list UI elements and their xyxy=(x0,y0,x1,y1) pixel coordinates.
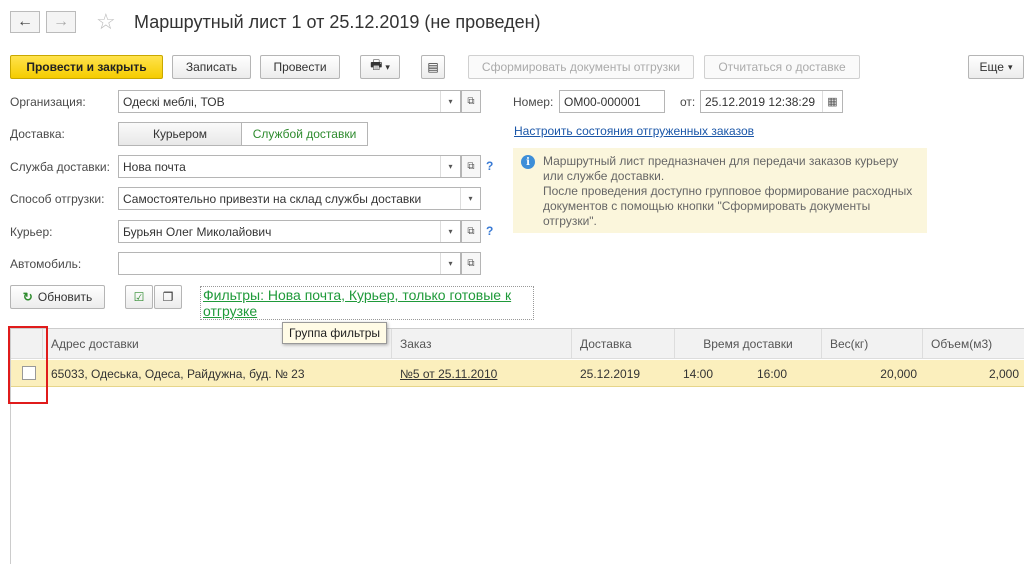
table-row[interactable]: 65033, Одеська, Одеса, Райдужна, буд. № … xyxy=(11,360,1024,387)
info-icon: i xyxy=(521,155,535,169)
orders-table: Адрес доставки Заказ Доставка Время дост… xyxy=(10,328,1024,564)
arrow-left-icon: ← xyxy=(17,13,33,30)
uncheck-all-button[interactable]: ❐ xyxy=(154,285,182,309)
arrow-right-icon: → xyxy=(53,13,69,30)
report-button[interactable]: ▤ xyxy=(421,55,445,79)
cell-order-link[interactable]: №5 от 25.11.2010 xyxy=(392,360,572,387)
service-label: Служба доставки: xyxy=(10,160,110,174)
uncheck-all-icon: ❐ xyxy=(162,290,174,304)
dropdown-arrow-icon[interactable]: ▾ xyxy=(440,156,460,177)
document-icon: ▤ xyxy=(427,60,439,74)
open-icon: ⧉ xyxy=(467,226,475,237)
filters-link[interactable]: Фильтры: Нова почта, Курьер, только гото… xyxy=(200,286,534,320)
date-value: 25.12.2019 12:38:29 xyxy=(705,94,816,109)
number-value: ОМ00-000001 xyxy=(564,94,641,109)
open-service-button[interactable]: ⧉ xyxy=(461,155,481,178)
refresh-button[interactable]: ↻ Обновить xyxy=(10,285,105,309)
page-title: Маршрутный лист 1 от 25.12.2019 (не пров… xyxy=(134,12,541,32)
refresh-icon: ↻ xyxy=(22,290,33,304)
courier-label: Курьер: xyxy=(10,225,53,239)
filters-tooltip: Группа фильтры xyxy=(282,322,388,344)
info-text-line: Маршрутный лист предназначен для передач… xyxy=(543,154,899,168)
info-text-line: отгрузки". xyxy=(543,214,597,228)
organization-label: Организация: xyxy=(10,95,86,109)
chevron-down-icon: ▾ xyxy=(1007,61,1013,72)
service-value: Нова почта xyxy=(123,159,186,174)
number-label: Номер: xyxy=(513,95,554,109)
organization-value: Одескі меблі, ТОВ xyxy=(123,94,225,109)
header-order[interactable]: Заказ xyxy=(392,329,572,359)
dropdown-arrow-icon[interactable]: ▾ xyxy=(440,91,460,112)
info-text-line: документов с помощью кнопки "Сформироват… xyxy=(543,199,871,213)
calendar-icon[interactable]: ▦ xyxy=(822,91,842,112)
more-button[interactable]: Еще ▾ xyxy=(968,55,1024,79)
save-button[interactable]: Записать xyxy=(172,55,251,79)
cell-weight: 20,000 xyxy=(880,366,917,381)
car-label: Автомобиль: xyxy=(10,257,82,271)
open-icon: ⧉ xyxy=(467,161,475,172)
printer-icon: 🖶 xyxy=(370,57,383,72)
order-link-text[interactable]: №5 от 25.11.2010 xyxy=(400,367,497,381)
organization-field[interactable]: Одескі меблі, ТОВ ▾ xyxy=(118,90,461,113)
print-menu-button[interactable]: 🖶 ▾ xyxy=(360,55,400,79)
chevron-down-icon: ▾ xyxy=(385,61,390,72)
number-field[interactable]: ОМ00-000001 xyxy=(559,90,665,113)
cell-address: 65033, Одеська, Одеса, Райдужна, буд. № … xyxy=(51,366,305,381)
form-shipping-docs-button[interactable]: Сформировать документы отгрузки xyxy=(468,55,694,79)
table-header: Адрес доставки Заказ Доставка Время дост… xyxy=(11,329,1024,359)
back-button[interactable]: ← xyxy=(10,11,40,33)
date-label: от: xyxy=(680,95,696,109)
courier-value: Бурьян Олег Миколайович xyxy=(123,224,272,239)
open-icon: ⧉ xyxy=(467,96,475,107)
courier-field[interactable]: Бурьян Олег Миколайович ▾ xyxy=(118,220,461,243)
help-icon[interactable]: ? xyxy=(486,224,493,238)
dropdown-arrow-icon[interactable]: ▾ xyxy=(440,221,460,242)
dropdown-arrow-icon[interactable]: ▾ xyxy=(440,253,460,274)
info-text-line: После проведения доступно групповое форм… xyxy=(543,184,913,198)
refresh-label: Обновить xyxy=(37,290,93,304)
cell-volume: 2,000 xyxy=(988,366,1019,381)
shipping-method-label: Способ отгрузки: xyxy=(10,192,105,206)
check-all-icon: ☑ xyxy=(133,290,145,304)
header-delivery[interactable]: Доставка xyxy=(572,329,675,359)
service-field[interactable]: Нова почта ▾ xyxy=(118,155,461,178)
report-delivery-button[interactable]: Отчитаться о доставке xyxy=(704,55,860,79)
dropdown-arrow-icon[interactable]: ▾ xyxy=(460,188,480,209)
header-volume[interactable]: Объем(м3) xyxy=(923,329,1024,359)
cell-delivery-date: 25.12.2019 xyxy=(580,366,641,381)
post-button[interactable]: Провести xyxy=(260,55,340,79)
date-field[interactable]: 25.12.2019 12:38:29 ▦ xyxy=(700,90,843,113)
configure-states-link[interactable]: Настроить состояния отгруженных заказов xyxy=(514,124,754,138)
check-all-button[interactable]: ☑ xyxy=(125,285,153,309)
delivery-label: Доставка: xyxy=(10,127,65,141)
info-panel: i Маршрутный лист предназначен для перед… xyxy=(513,148,927,233)
delivery-option-service[interactable]: Службой доставки xyxy=(242,122,368,146)
delivery-option-courier[interactable]: Курьером xyxy=(118,122,242,146)
cell-time-from: 14:00 xyxy=(683,366,714,381)
header-weight[interactable]: Вес(кг) xyxy=(822,329,923,359)
highlight-annotation xyxy=(8,326,48,404)
more-label: Еще xyxy=(979,60,1004,74)
post-and-close-button[interactable]: Провести и закрыть xyxy=(10,55,163,79)
open-courier-button[interactable]: ⧉ xyxy=(461,220,481,243)
cell-time-to: 16:00 xyxy=(757,366,788,381)
open-icon: ⧉ xyxy=(467,258,475,269)
shipping-method-field[interactable]: Самостоятельно привезти на склад службы … xyxy=(118,187,481,210)
help-icon[interactable]: ? xyxy=(486,159,493,173)
open-car-button[interactable]: ⧉ xyxy=(461,252,481,275)
shipping-method-value: Самостоятельно привезти на склад службы … xyxy=(123,191,422,206)
car-field[interactable]: ▾ xyxy=(118,252,461,275)
delivery-toggle: Курьером Службой доставки xyxy=(118,122,368,146)
header-delivery-time[interactable]: Время доставки xyxy=(675,329,822,359)
forward-button[interactable]: → xyxy=(46,11,76,33)
open-organization-button[interactable]: ⧉ xyxy=(461,90,481,113)
info-text-line: или службе доставки. xyxy=(543,169,665,183)
favorite-star-icon[interactable]: ☆ xyxy=(96,9,116,35)
